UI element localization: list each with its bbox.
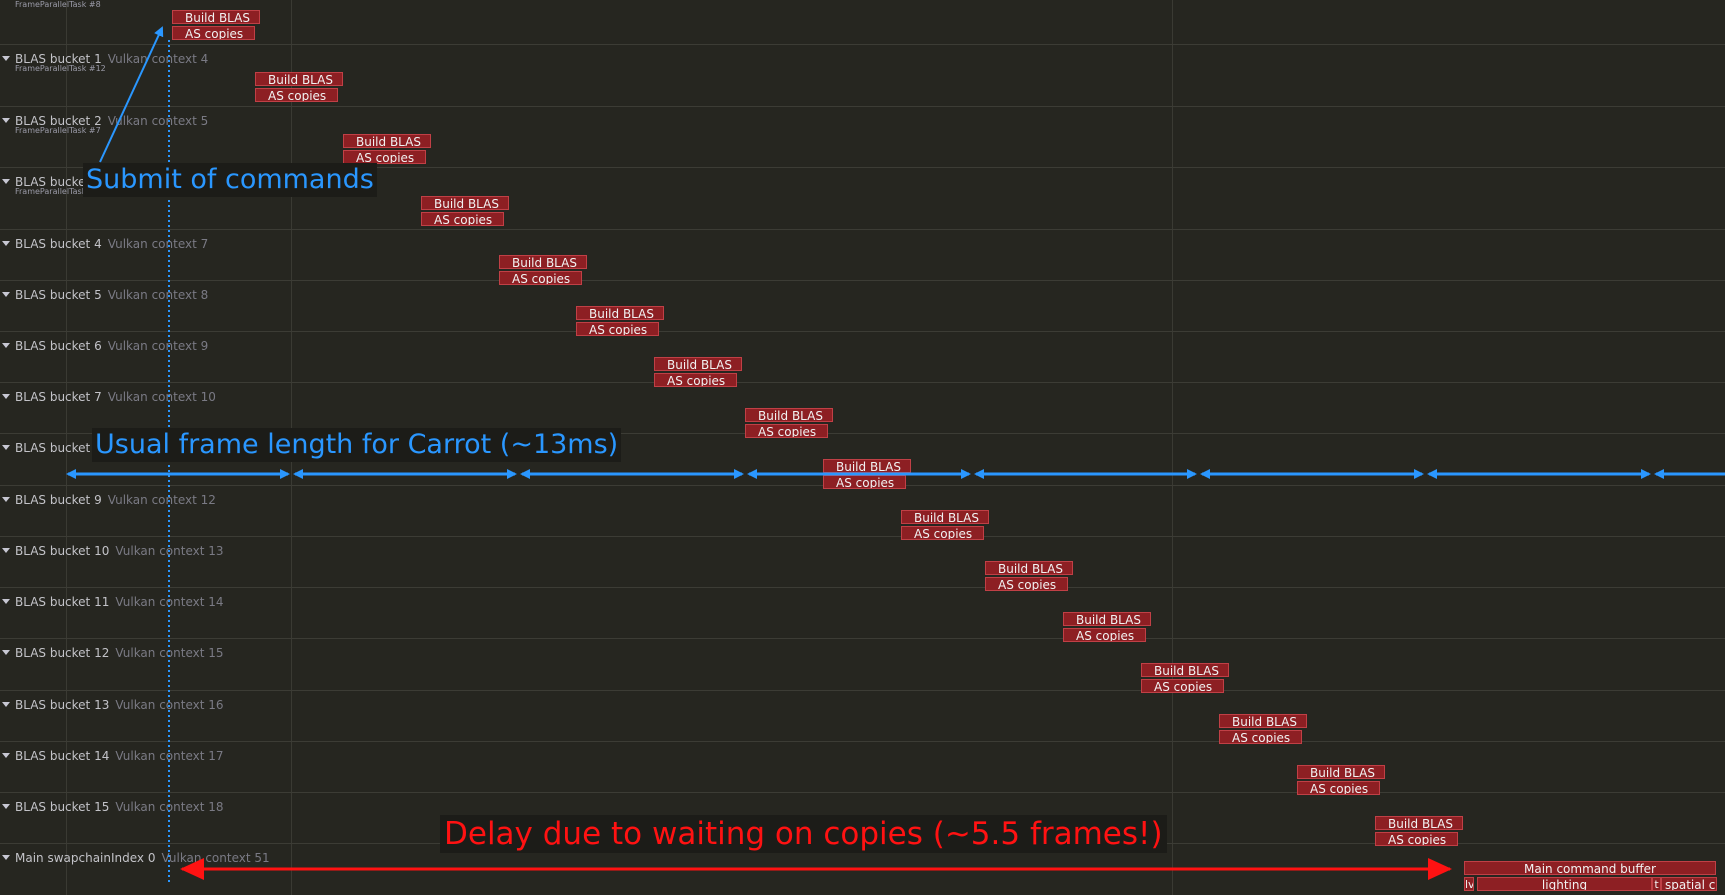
submit-annotation: Submit of commands <box>83 163 377 197</box>
profiler-timeline[interactable]: FrameParallelTask #8 BLAS bucket 1 Vulkan… <box>0 0 1725 895</box>
delay-annotation: Delay due to waiting on copies (~5.5 fra… <box>440 815 1167 853</box>
frame-length-annotation: Usual frame length for Carrot (~13ms) <box>92 428 622 462</box>
submit-pointer-arrow <box>99 26 164 163</box>
